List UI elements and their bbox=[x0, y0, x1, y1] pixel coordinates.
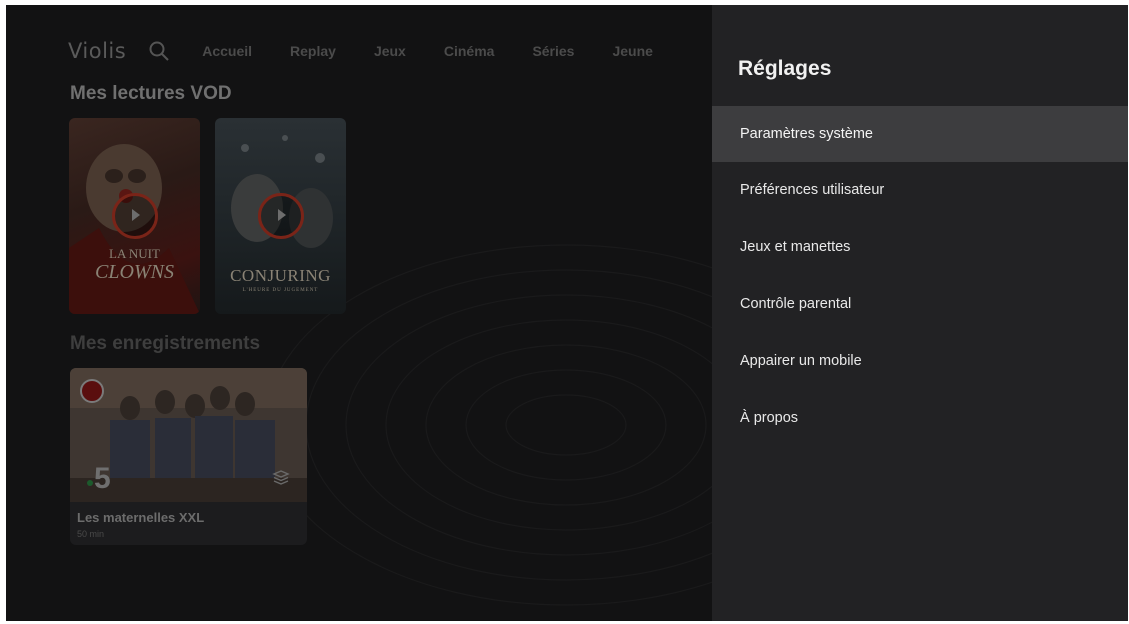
nav-item-cinema[interactable]: Cinéma bbox=[444, 43, 495, 59]
menu-item-jeux-et-manettes[interactable]: Jeux et manettes bbox=[712, 219, 1128, 275]
home-background: Violis Accueil Replay Jeux Cinéma Séries… bbox=[6, 5, 712, 621]
play-icon[interactable] bbox=[111, 193, 158, 239]
tv-screen: Violis Accueil Replay Jeux Cinéma Séries… bbox=[6, 5, 1128, 621]
layers-icon bbox=[272, 470, 290, 485]
recording-card[interactable]: 5 Les maternelles XXL 50 min bbox=[70, 368, 307, 545]
channel-logo-dot bbox=[87, 480, 93, 486]
nav-item-jeunesse[interactable]: Jeune bbox=[612, 43, 652, 59]
menu-item-preferences-utilisateur[interactable]: Préférences utilisateur bbox=[712, 162, 1128, 218]
poster-title-line1: CONJURING bbox=[230, 266, 331, 285]
recordings-section-title: Mes enregistrements bbox=[70, 333, 261, 354]
vod-poster-la-nuit-clowns[interactable]: LA NUIT CLOWNS bbox=[69, 118, 200, 314]
nav-item-replay[interactable]: Replay bbox=[290, 43, 336, 59]
menu-item-appairer-mobile[interactable]: Appairer un mobile bbox=[712, 333, 1128, 389]
channel-logo: 5 bbox=[94, 462, 111, 495]
vod-poster-conjuring[interactable]: CONJURING L'HEURE DU JUGEMENT bbox=[215, 118, 346, 314]
settings-title: Réglages bbox=[738, 57, 832, 80]
poster-title-line2: CLOWNS bbox=[95, 261, 174, 283]
recording-title: Les maternelles XXL bbox=[77, 510, 205, 525]
menu-item-parametres-systeme[interactable]: Paramètres système bbox=[712, 106, 1128, 162]
recording-duration: 50 min bbox=[77, 529, 105, 539]
play-icon[interactable] bbox=[257, 193, 304, 239]
app-logo[interactable]: Violis bbox=[68, 39, 126, 63]
record-indicator-icon bbox=[80, 379, 104, 403]
main-nav: Accueil Replay Jeux Cinéma Séries Jeune bbox=[202, 43, 691, 59]
search-icon[interactable] bbox=[148, 40, 170, 62]
vod-section-title: Mes lectures VOD bbox=[70, 83, 232, 104]
top-navigation: Violis Accueil Replay Jeux Cinéma Séries… bbox=[68, 35, 691, 67]
nav-item-accueil[interactable]: Accueil bbox=[202, 43, 252, 59]
settings-panel: Réglages Paramètres système Préférences … bbox=[712, 5, 1128, 621]
menu-item-controle-parental[interactable]: Contrôle parental bbox=[712, 276, 1128, 332]
menu-item-a-propos[interactable]: À propos bbox=[712, 390, 1128, 446]
poster-title-line1: LA NUIT bbox=[109, 246, 160, 261]
nav-item-jeux[interactable]: Jeux bbox=[374, 43, 406, 59]
poster-title-line2: L'HEURE DU JUGEMENT bbox=[242, 288, 319, 293]
nav-item-series[interactable]: Séries bbox=[532, 43, 574, 59]
